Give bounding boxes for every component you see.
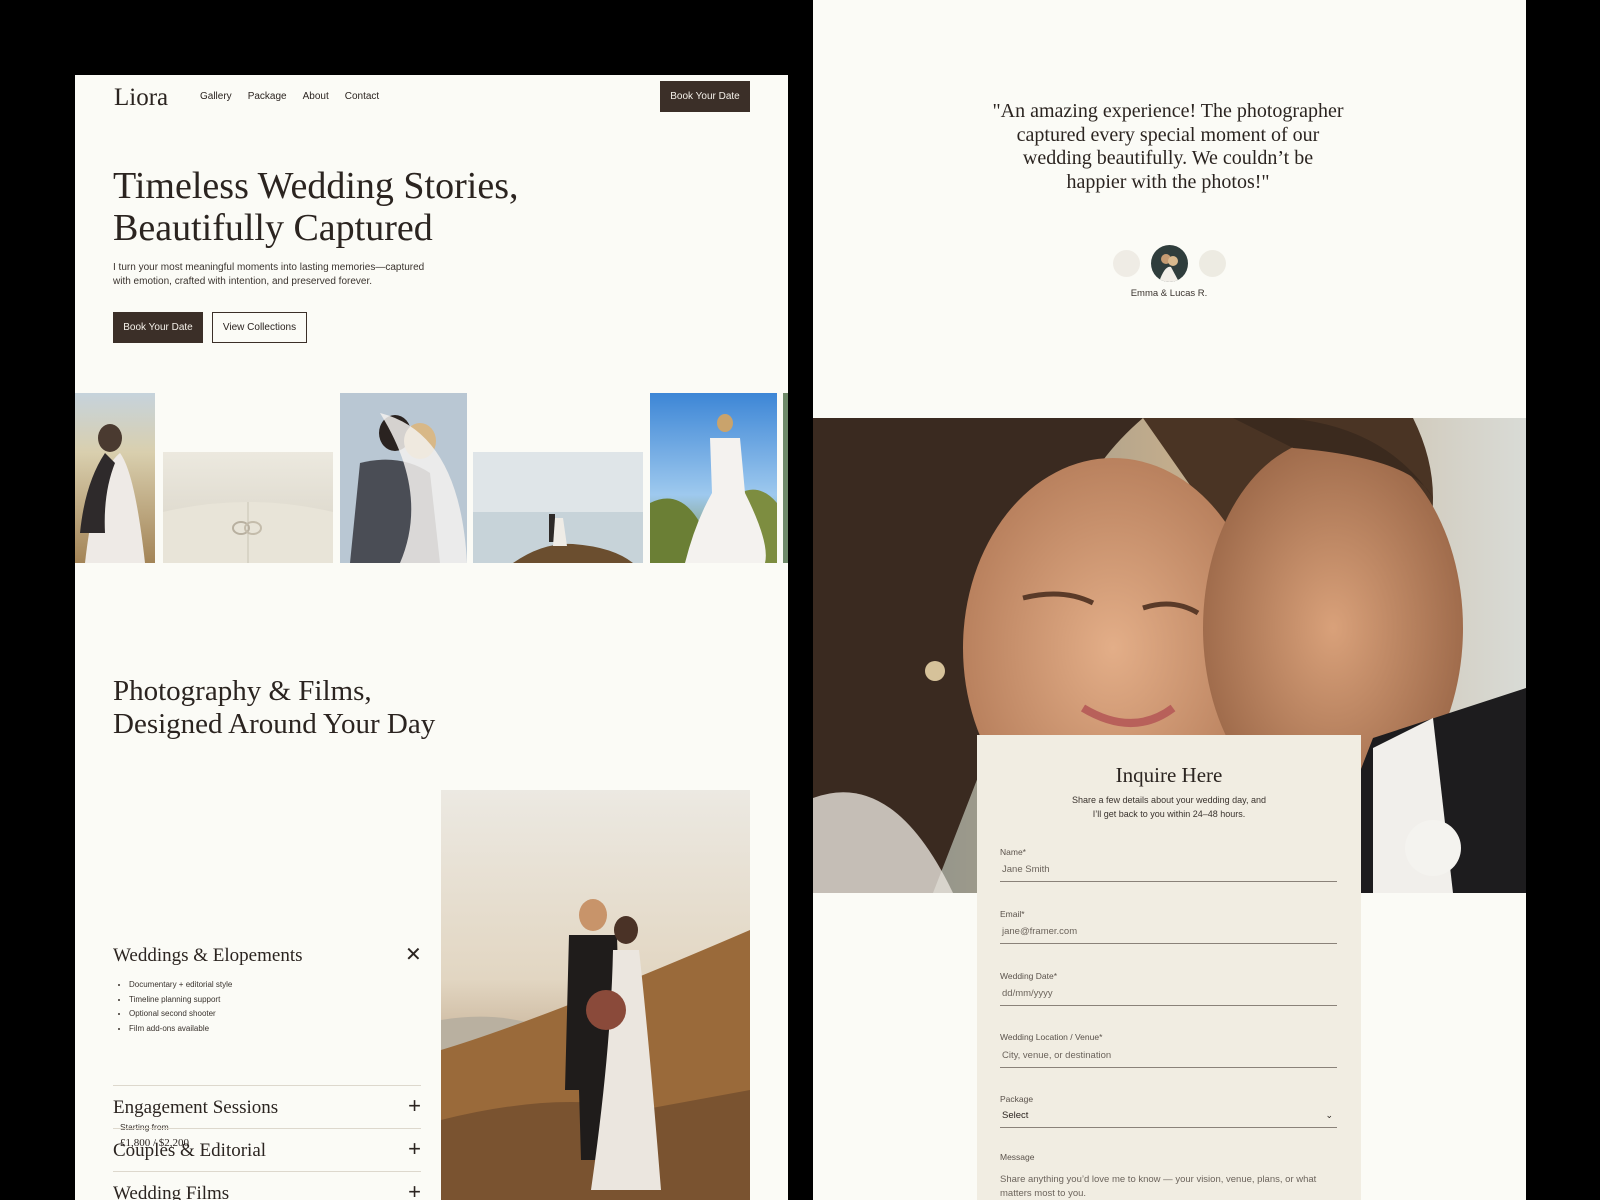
services-photo-beach-couple — [441, 790, 750, 1200]
message-field[interactable]: Share anything you’d love me to know — y… — [1000, 1173, 1320, 1200]
gallery-photo-veil-kiss[interactable] — [340, 393, 467, 563]
inquiry-panel: "An amazing experience! The photographer… — [813, 0, 1526, 1200]
location-field[interactable]: City, venue, or destination — [1000, 1044, 1337, 1068]
gallery-photo-couple-field[interactable] — [75, 393, 155, 563]
main-nav: Gallery Package About Contact — [200, 91, 379, 102]
location-label: Wedding Location / Venue* — [1000, 1032, 1103, 1042]
logo[interactable]: Liora — [114, 84, 168, 112]
nav-link-package[interactable]: Package — [248, 91, 287, 102]
avatar[interactable] — [1113, 250, 1140, 277]
gallery-photo-rings[interactable] — [163, 452, 333, 563]
services-title-line: Designed Around Your Day — [113, 708, 436, 740]
package-select-value: Select — [1002, 1110, 1029, 1121]
nav-link-contact[interactable]: Contact — [345, 91, 379, 102]
package-select[interactable]: Select ⌄ — [1000, 1104, 1337, 1128]
close-icon[interactable]: ✕ — [405, 945, 422, 965]
testimonial-author: Emma & Lucas R. — [1130, 288, 1208, 299]
package-label: Package — [1000, 1094, 1034, 1104]
accordion-weddings-title[interactable]: Weddings & Elopements — [113, 945, 303, 967]
hero-title-line: Beautifully Captured — [113, 207, 433, 249]
name-label: Name* — [1000, 847, 1026, 857]
gallery-photo-bride-grass[interactable] — [650, 393, 777, 563]
accordion-title: Engagement Sessions — [113, 1097, 279, 1118]
date-label: Wedding Date* — [1000, 971, 1058, 981]
hero-desc-line: I turn your most meaningful moments into… — [113, 262, 425, 273]
quote-line: wedding beautifully. We couldn’t be — [1022, 147, 1314, 169]
quote-line: happier with the photos!" — [1066, 170, 1270, 193]
nav-link-gallery[interactable]: Gallery — [200, 91, 232, 102]
book-date-button[interactable]: Book Your Date — [113, 312, 203, 343]
feature-item: Timeline planning support — [129, 993, 232, 1008]
avatar[interactable] — [1199, 250, 1226, 277]
gallery-photo-coast[interactable] — [473, 452, 643, 563]
plus-icon[interactable]: + — [408, 1138, 421, 1160]
accordion-couples[interactable]: Couples & Editorial + — [113, 1128, 421, 1171]
nav-link-about[interactable]: About — [303, 91, 329, 102]
email-field[interactable]: jane@framer.com — [1000, 920, 1337, 944]
nav-book-button[interactable]: Book Your Date — [660, 81, 750, 112]
accordion-title: Wedding Films — [113, 1183, 230, 1200]
wedding-date-field[interactable]: dd/mm/yyyy — [1000, 982, 1337, 1006]
accordion-title: Couples & Editorial — [113, 1140, 267, 1161]
message-label: Message — [1000, 1152, 1035, 1162]
email-label: Email* — [1000, 909, 1025, 919]
form-desc-line: Share a few details about your wedding d… — [1072, 795, 1266, 805]
hero-desc-line: with emotion, crafted with intention, an… — [113, 276, 373, 287]
form-description: Share a few details about your wedding d… — [1057, 793, 1281, 821]
quote-line: captured every special moment of our — [1016, 123, 1320, 146]
form-desc-line: I’ll get back to you within 24–48 hours. — [1092, 809, 1246, 819]
chevron-down-icon: ⌄ — [1325, 1110, 1333, 1120]
feature-item: Optional second shooter — [129, 1007, 232, 1022]
feature-item: Documentary + editorial style — [129, 978, 232, 993]
services-title-line: Photography & Films, — [113, 675, 372, 707]
plus-icon[interactable]: + — [408, 1095, 421, 1117]
form-title: Inquire Here — [1115, 763, 1223, 787]
hero-title: Timeless Wedding Stories, Beautifully Ca… — [113, 165, 518, 249]
testimonial-quote: "An amazing experience! The photographer… — [983, 100, 1353, 194]
weddings-features-list: Documentary + editorial style Timeline p… — [129, 978, 232, 1036]
plus-icon[interactable]: + — [408, 1181, 421, 1200]
hero-title-line: Timeless Wedding Stories, — [113, 165, 519, 207]
name-field[interactable]: Jane Smith — [1000, 858, 1337, 882]
accordion-films[interactable]: Wedding Films + — [113, 1171, 421, 1200]
avatar-active[interactable] — [1151, 245, 1188, 282]
homepage-panel: Liora Gallery Package About Contact Book… — [75, 75, 788, 1200]
inquiry-form: Inquire Here Share a few details about y… — [977, 735, 1361, 1200]
feature-item: Film add-ons available — [129, 1022, 232, 1037]
gallery-photo-edge[interactable] — [783, 393, 788, 563]
hero-description: I turn your most meaningful moments into… — [113, 261, 443, 289]
accordion-engagement[interactable]: Engagement Sessions + — [113, 1085, 421, 1128]
quote-line: "An amazing experience! The photographer — [992, 100, 1344, 122]
view-collections-button[interactable]: View Collections — [212, 312, 307, 343]
services-title: Photography & Films, Designed Around You… — [113, 675, 435, 741]
